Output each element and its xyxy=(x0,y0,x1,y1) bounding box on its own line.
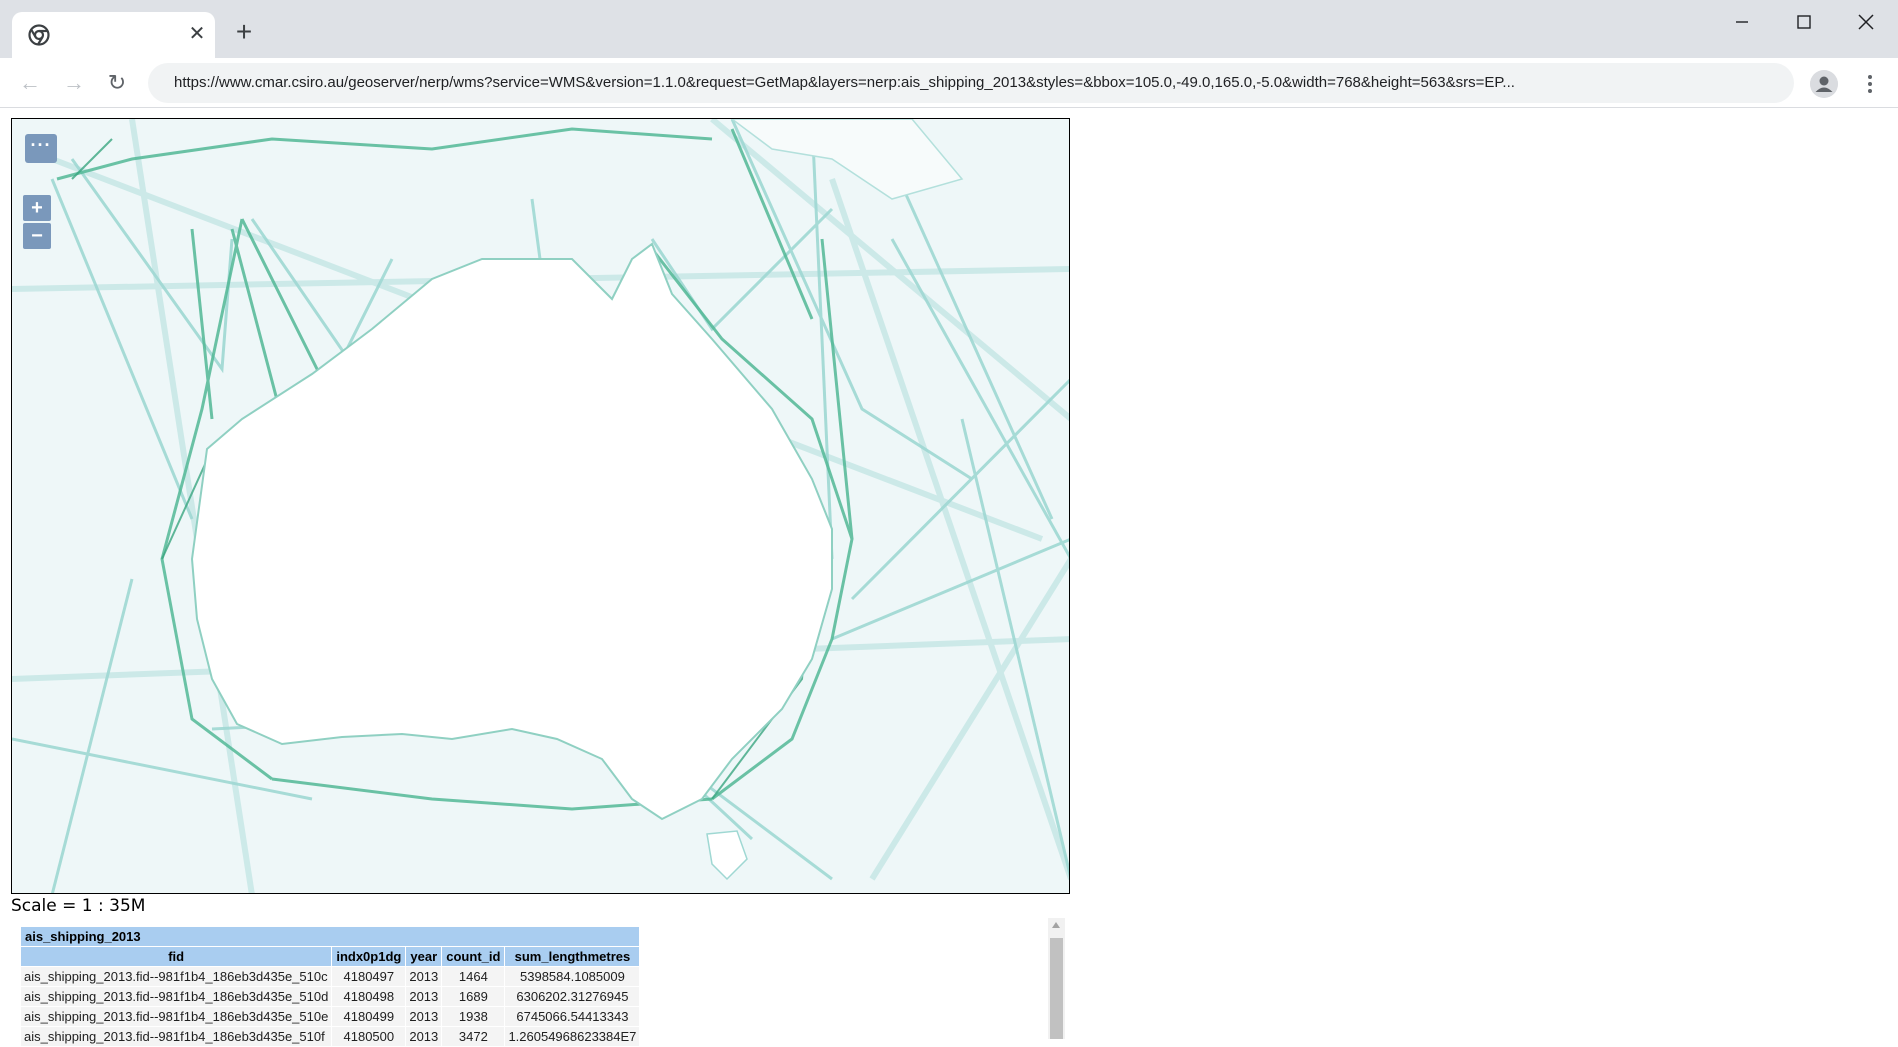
layer-switcher-button[interactable]: ··· xyxy=(25,134,57,163)
cell-year: 2013 xyxy=(405,986,443,1007)
feature-info-panel: ais_shipping_2013 fid indx0p1dg year cou… xyxy=(19,926,670,1047)
scroll-up-arrow-icon[interactable] xyxy=(1052,922,1060,928)
shipping-density-map[interactable]: ··· + − xyxy=(11,118,1070,894)
cell-sum-lengthmetres: 6745066.54413343 xyxy=(504,1006,641,1027)
column-header-year: year xyxy=(405,946,443,967)
feature-table-title: ais_shipping_2013 xyxy=(19,926,641,947)
cell-indx0p1dg: 4180499 xyxy=(331,1006,407,1027)
chrome-icon xyxy=(28,24,50,46)
column-header-sum-lengthmetres: sum_lengthmetres xyxy=(504,946,641,967)
column-header-indx0p1dg: indx0p1dg xyxy=(331,946,407,967)
cell-indx0p1dg: 4180498 xyxy=(331,986,407,1007)
close-tab-icon[interactable]: ✕ xyxy=(186,23,208,45)
url-text[interactable]: https://www.cmar.csiro.au/geoserver/nerp… xyxy=(174,74,1744,91)
table-row: ais_shipping_2013.fid--981f1b4_186eb3d43… xyxy=(19,966,641,987)
cell-fid: ais_shipping_2013.fid--981f1b4_186eb3d43… xyxy=(19,1006,333,1027)
vertical-scrollbar[interactable] xyxy=(1048,918,1065,1039)
feature-table: ais_shipping_2013 fid indx0p1dg year cou… xyxy=(19,926,641,1047)
table-row: ais_shipping_2013.fid--981f1b4_186eb3d43… xyxy=(19,986,641,1007)
cell-indx0p1dg: 4180497 xyxy=(331,966,407,987)
map-scale-text: Scale = 1 : 35M xyxy=(11,896,146,916)
cell-year: 2013 xyxy=(405,966,443,987)
cell-fid: ais_shipping_2013.fid--981f1b4_186eb3d43… xyxy=(19,966,333,987)
back-arrow-icon[interactable]: ← xyxy=(16,69,44,97)
browser-tab[interactable]: ✕ xyxy=(12,12,215,58)
map-raster xyxy=(12,119,1069,893)
cell-sum-lengthmetres: 6306202.31276945 xyxy=(504,986,641,1007)
scroll-thumb[interactable] xyxy=(1050,938,1063,1039)
cell-indx0p1dg: 4180500 xyxy=(331,1026,407,1047)
cell-count-id: 1689 xyxy=(441,986,506,1007)
cell-year: 2013 xyxy=(405,1026,443,1047)
profile-avatar-icon[interactable] xyxy=(1810,70,1838,98)
new-tab-icon[interactable]: + xyxy=(230,18,258,46)
column-header-fid: fid xyxy=(19,946,333,967)
address-bar[interactable]: https://www.cmar.csiro.au/geoserver/nerp… xyxy=(148,63,1794,103)
window-close-icon[interactable] xyxy=(1848,8,1884,36)
browser-toolbar: ← → ↻ https://www.cmar.csiro.au/geoserve… xyxy=(0,58,1898,108)
cell-fid: ais_shipping_2013.fid--981f1b4_186eb3d43… xyxy=(19,986,333,1007)
reload-icon[interactable]: ↻ xyxy=(103,69,131,97)
cell-count-id: 1938 xyxy=(441,1006,506,1027)
cell-count-id: 1464 xyxy=(441,966,506,987)
cell-fid: ais_shipping_2013.fid--981f1b4_186eb3d43… xyxy=(19,1026,333,1047)
kebab-menu-icon[interactable] xyxy=(1860,72,1880,96)
minimize-icon[interactable] xyxy=(1724,8,1760,36)
zoom-out-button[interactable]: − xyxy=(23,223,51,249)
maximize-icon[interactable] xyxy=(1786,8,1822,36)
table-row: ais_shipping_2013.fid--981f1b4_186eb3d43… xyxy=(19,1026,641,1047)
forward-arrow-icon[interactable]: → xyxy=(60,69,88,97)
cell-count-id: 3472 xyxy=(441,1026,506,1047)
table-row: ais_shipping_2013.fid--981f1b4_186eb3d43… xyxy=(19,1006,641,1027)
browser-titlebar: ✕ + xyxy=(0,0,1898,58)
cell-year: 2013 xyxy=(405,1006,443,1027)
column-header-count-id: count_id xyxy=(441,946,506,967)
cell-sum-lengthmetres: 5398584.1085009 xyxy=(504,966,641,987)
cell-sum-lengthmetres: 1.26054968623384E7 xyxy=(504,1026,641,1047)
zoom-in-button[interactable]: + xyxy=(23,195,51,221)
zoom-control: + − xyxy=(23,195,53,253)
